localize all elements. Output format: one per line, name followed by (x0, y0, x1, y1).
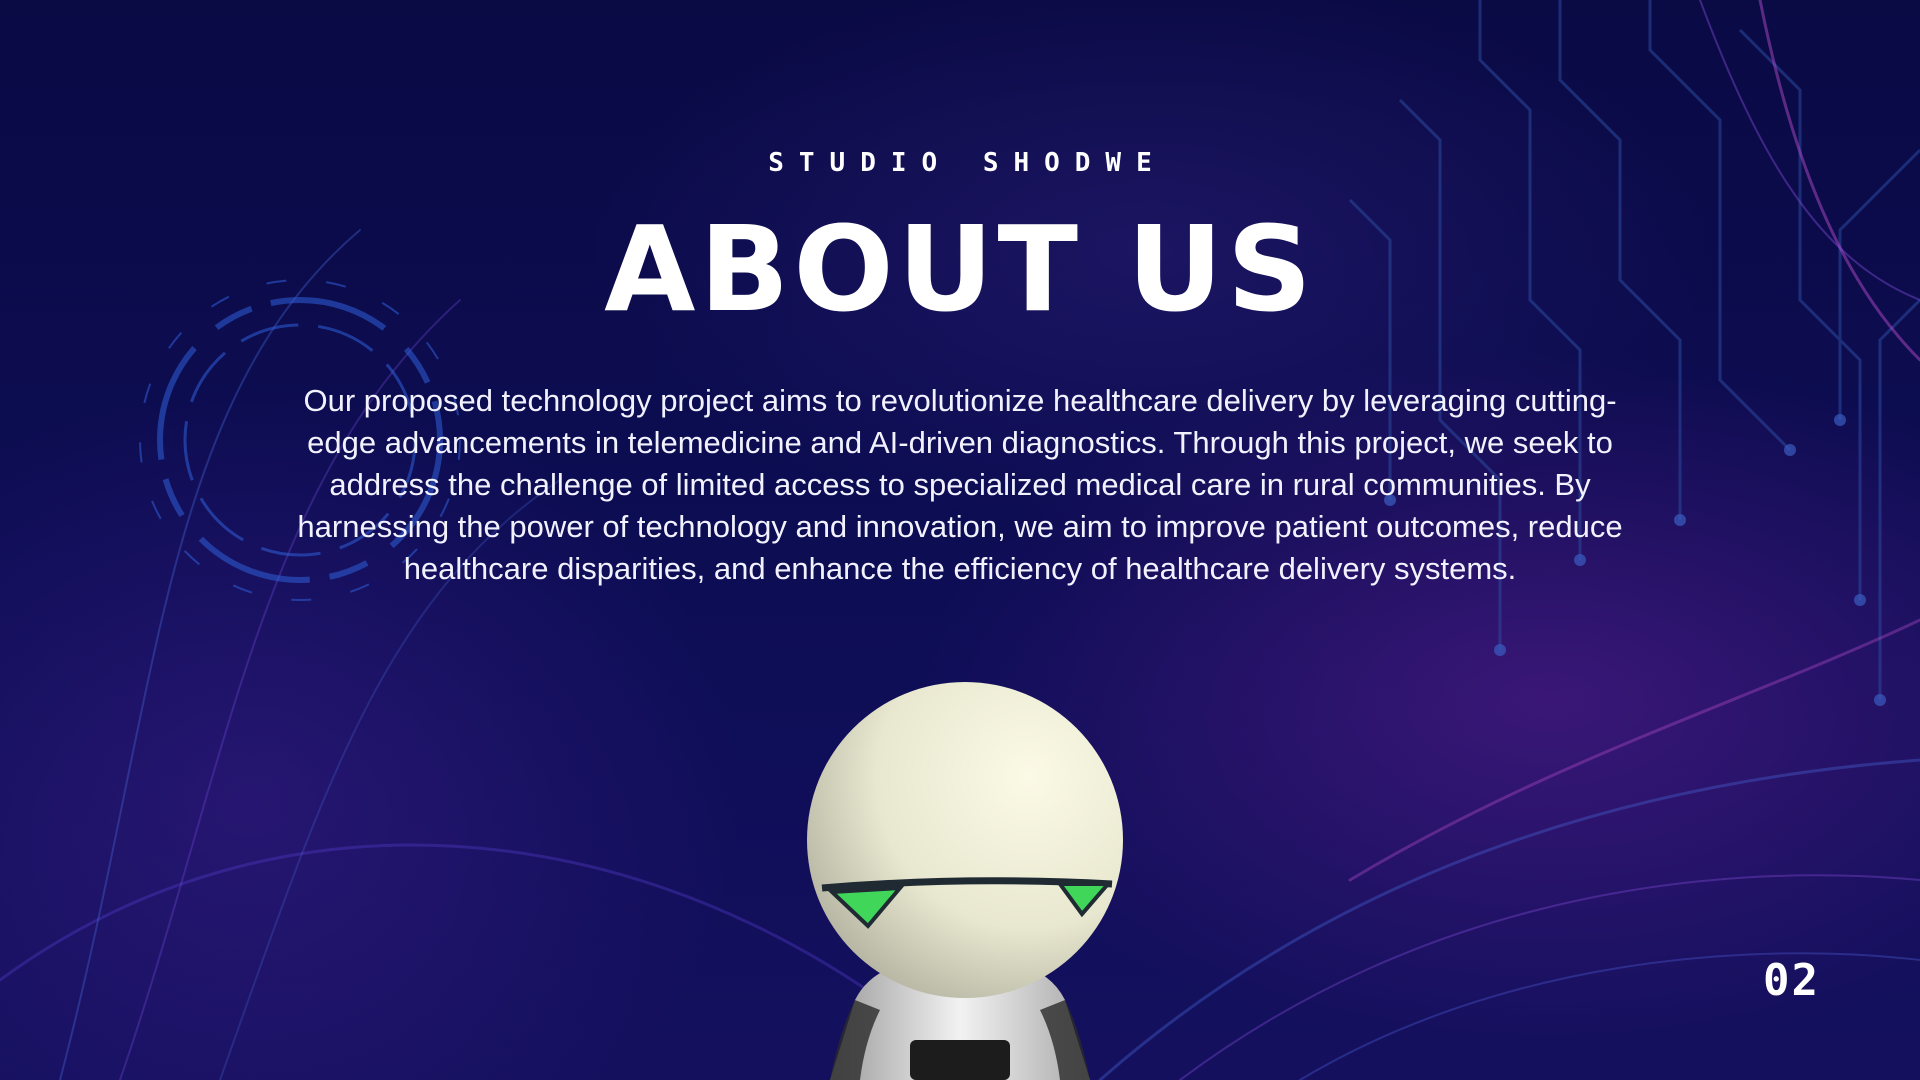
page-title: ABOUT US (604, 200, 1316, 338)
about-paragraph: Our proposed technology project aims to … (297, 383, 1623, 586)
brand-name: STUDIO SHODWE (768, 148, 1167, 178)
robot-icon (807, 682, 1123, 1080)
slide: STUDIO SHODWE ABOUT US Our proposed tech… (0, 0, 1920, 1080)
page-number: 02 (1763, 955, 1820, 1006)
circuit-traces (1348, 0, 1920, 700)
